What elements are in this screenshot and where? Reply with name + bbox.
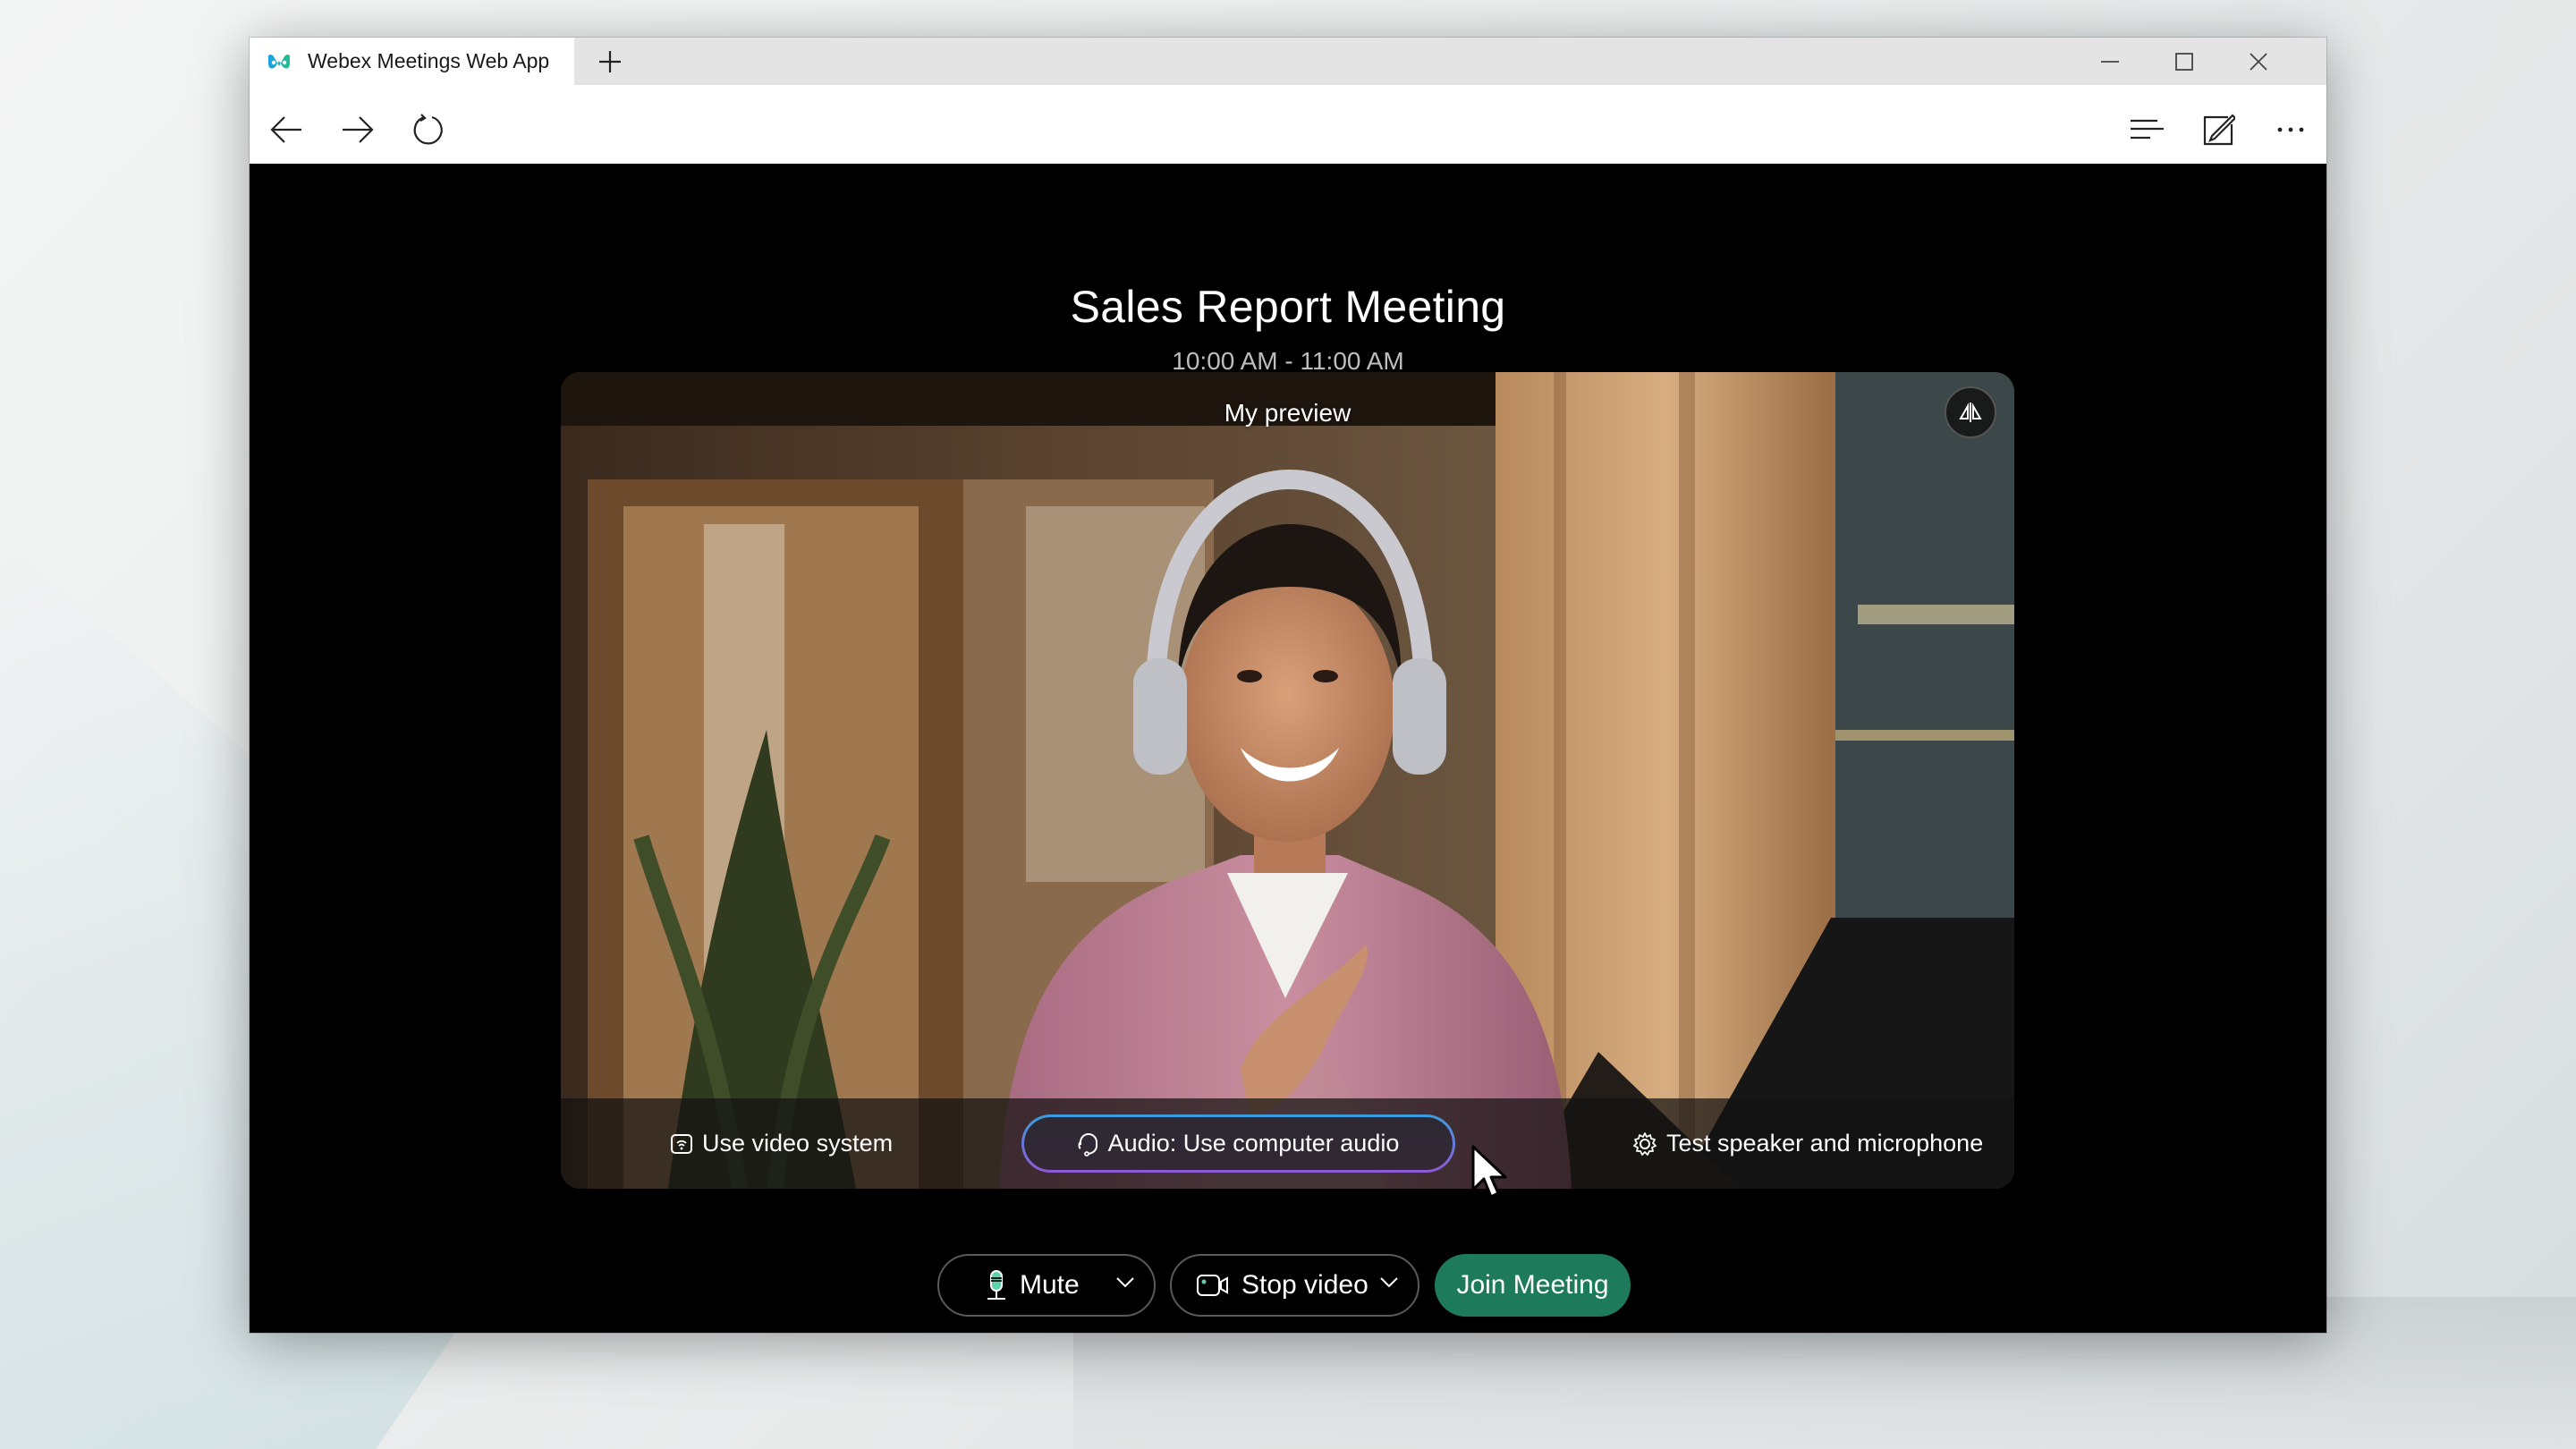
preview-options-bar: Use video system Audio: Use computer aud… — [561, 1098, 2014, 1189]
meeting-title: Sales Report Meeting — [1070, 282, 1506, 332]
audio-selection-button[interactable]: Audio: Use computer audio — [1021, 1114, 1455, 1173]
mirror-video-button[interactable] — [1945, 386, 1996, 438]
preview-label: My preview — [1224, 399, 1352, 427]
stop-video-label: Stop video — [1241, 1270, 1368, 1300]
headset-icon — [1078, 1132, 1097, 1157]
meeting-controls: Mute Stop video Join Meeting — [250, 1254, 2326, 1317]
back-button[interactable] — [259, 103, 313, 157]
chevron-down-icon[interactable] — [1380, 1277, 1398, 1288]
browser-tab[interactable]: Webex Meetings Web App — [250, 38, 574, 85]
join-meeting-button[interactable]: Join Meeting — [1435, 1254, 1631, 1317]
minimize-button[interactable] — [2074, 38, 2146, 85]
meeting-lobby: Sales Report Meeting 10:00 AM - 11:00 AM — [250, 164, 2326, 1333]
use-video-system-button[interactable]: Use video system — [670, 1098, 893, 1189]
refresh-icon — [413, 114, 443, 145]
minimize-icon — [2101, 60, 2119, 63]
more-button[interactable] — [2264, 103, 2318, 157]
forward-button[interactable] — [331, 103, 385, 157]
gear-icon — [1633, 1131, 1657, 1156]
annotate-button[interactable] — [2192, 103, 2246, 157]
back-arrow-icon — [270, 116, 301, 143]
title-bar: Webex Meetings Web App — [250, 38, 2326, 85]
stop-video-button[interactable]: Stop video — [1170, 1254, 1419, 1317]
refresh-button[interactable] — [402, 103, 455, 157]
mirror-icon — [1959, 402, 1982, 422]
audio-selection-label: Audio: Use computer audio — [1107, 1130, 1400, 1157]
video-camera-icon — [1197, 1275, 1228, 1296]
test-speaker-microphone-button[interactable]: Test speaker and microphone — [1632, 1098, 1983, 1189]
tab-title: Webex Meetings Web App — [308, 49, 550, 72]
close-button[interactable] — [2223, 38, 2294, 85]
test-speaker-microphone-label: Test speaker and microphone — [1666, 1130, 1984, 1157]
forward-arrow-icon — [343, 116, 374, 143]
chevron-down-icon[interactable] — [1116, 1277, 1134, 1288]
annotate-icon — [2203, 114, 2235, 146]
mouse-cursor-icon — [1471, 1145, 1507, 1199]
close-icon — [2250, 52, 2267, 71]
audio-selection-inner: Audio: Use computer audio — [1024, 1117, 1453, 1170]
video-preview: My preview Use video system Audio: Use c… — [561, 372, 2014, 1189]
new-tab-button[interactable] — [574, 38, 646, 85]
more-icon — [2277, 127, 2304, 132]
use-video-system-label: Use video system — [702, 1130, 894, 1157]
video-system-icon — [671, 1133, 692, 1154]
mute-label: Mute — [1020, 1270, 1080, 1300]
reading-list-button[interactable] — [2121, 103, 2174, 157]
reading-list-icon — [2131, 119, 2164, 140]
camera-feed-image — [561, 372, 2014, 1189]
webex-logo-icon — [268, 54, 290, 69]
maximize-button[interactable] — [2148, 38, 2220, 85]
plus-icon — [599, 50, 621, 72]
microphone-icon — [987, 1270, 1005, 1300]
maximize-icon — [2175, 52, 2193, 71]
browser-window: Webex Meetings Web App Sales Report Meet… — [250, 38, 2326, 1333]
mute-button[interactable]: Mute — [937, 1254, 1156, 1317]
